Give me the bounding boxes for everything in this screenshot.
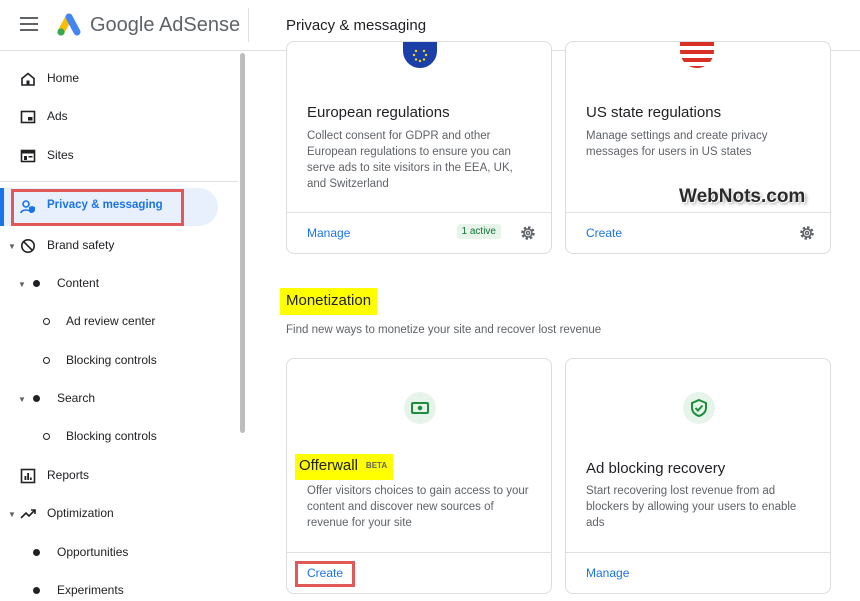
offerwall-card: Offerwall BETA Offer visitors choices to … <box>286 358 552 594</box>
card-title: European regulations <box>307 104 450 121</box>
bullet-icon <box>33 549 40 556</box>
annotation-highlight-box <box>11 189 184 226</box>
ads-icon <box>20 110 36 124</box>
bullet-icon <box>33 395 40 402</box>
sidebar-item-optimization[interactable]: ▼ Optimization <box>0 496 238 532</box>
caret-down-icon: ▼ <box>18 395 26 404</box>
sidebar-item-label: Optimization <box>47 506 114 520</box>
us-state-regulations-card: US state regulations Manage settings and… <box>565 41 831 254</box>
status-badge: 1 active <box>456 224 501 239</box>
ad-blocking-icon-bg <box>683 392 715 424</box>
brand-name: Google AdSense <box>90 14 241 36</box>
sidebar-item-label: Home <box>47 71 80 85</box>
block-icon <box>21 239 35 253</box>
header-divider <box>248 8 249 42</box>
section-title: Monetization <box>286 292 372 309</box>
sidebar-item-opportunities[interactable]: Opportunities <box>0 535 238 571</box>
card-description: Offer visitors choices to gain access to… <box>307 485 529 529</box>
manage-link[interactable]: Manage <box>307 226 350 240</box>
bullet-ring-icon <box>43 318 50 325</box>
sidebar-divider <box>0 181 238 182</box>
sidebar-item-search[interactable]: ▼ Search <box>0 381 238 417</box>
european-regulations-card: European regulations Collect consent for… <box>286 41 552 254</box>
watermark-text: WebNots.com <box>679 186 806 207</box>
shield-check-icon <box>691 398 707 418</box>
card-description: Manage settings and create privacy messa… <box>586 130 768 158</box>
sidebar-item-ad-review-center[interactable]: Ad review center <box>0 304 238 340</box>
bullet-icon <box>33 280 40 287</box>
card-description: Collect consent for GDPR and other Europ… <box>307 130 513 190</box>
sidebar: Home Ads Sites Privacy & messaging ▼ Bra… <box>0 51 246 601</box>
create-link[interactable]: Create <box>586 226 622 240</box>
beta-badge: BETA <box>365 461 388 470</box>
sidebar-item-label: Opportunities <box>57 545 129 559</box>
caret-down-icon: ▼ <box>8 242 16 251</box>
sidebar-item-label: Sites <box>47 148 74 162</box>
card-title: US state regulations <box>586 104 722 121</box>
sidebar-item-home[interactable]: Home <box>0 61 238 97</box>
trending-up-icon <box>20 509 36 519</box>
offerwall-icon-bg <box>404 392 436 424</box>
sidebar-item-label: Brand safety <box>47 238 115 252</box>
eu-flag-icon <box>403 42 437 68</box>
sidebar-item-experiments[interactable]: Experiments <box>0 573 238 601</box>
eu-stars-icon <box>412 49 428 63</box>
card-title: Ad blocking recovery <box>586 460 726 477</box>
sidebar-item-label: Ad review center <box>66 314 156 328</box>
sidebar-item-reports[interactable]: Reports <box>0 458 238 494</box>
sidebar-item-sites[interactable]: Sites <box>0 138 238 174</box>
section-title-highlight: Monetization <box>280 288 378 315</box>
bullet-icon <box>33 587 40 594</box>
card-description: Start recovering lost revenue from ad bl… <box>586 485 797 529</box>
sidebar-scrollbar[interactable] <box>240 53 245 433</box>
card-footer: Create <box>566 212 830 253</box>
sidebar-item-blocking-controls[interactable]: Blocking controls <box>0 343 238 379</box>
sidebar-item-content[interactable]: ▼ Content <box>0 266 238 302</box>
caret-down-icon: ▼ <box>8 510 16 519</box>
sidebar-item-label: Search <box>57 391 96 405</box>
bullet-ring-icon <box>43 357 50 364</box>
sidebar-item-label: Blocking controls <box>66 429 157 443</box>
us-flag-icon <box>680 42 714 68</box>
offerwall-title-highlight: Offerwall BETA <box>295 454 394 480</box>
main-content: European regulations Collect consent for… <box>262 41 860 601</box>
bullet-ring-icon <box>43 433 50 440</box>
sidebar-item-label: Blocking controls <box>66 353 157 367</box>
manage-link[interactable]: Manage <box>586 566 629 580</box>
sidebar-item-label: Content <box>57 276 100 290</box>
menu-icon[interactable] <box>20 17 38 31</box>
sidebar-item-brand-safety[interactable]: ▼ Brand safety <box>0 228 238 264</box>
sidebar-item-label: Experiments <box>57 583 124 597</box>
money-icon <box>411 402 429 414</box>
section-description: Find new ways to monetize your site and … <box>286 324 602 336</box>
reports-icon <box>20 468 36 484</box>
sidebar-item-label: Reports <box>47 468 90 482</box>
card-footer: Manage <box>566 552 830 593</box>
gear-icon[interactable] <box>798 224 816 242</box>
gear-icon[interactable] <box>519 224 537 242</box>
adsense-logo-icon <box>57 13 81 36</box>
card-footer: Manage 1 active <box>287 212 551 253</box>
page-title: Privacy & messaging <box>286 17 427 34</box>
card-title: Offerwall <box>299 457 358 474</box>
sidebar-item-ads[interactable]: Ads <box>0 99 238 135</box>
sidebar-item-label: Ads <box>47 109 68 123</box>
ad-blocking-recovery-card: Ad blocking recovery Start recovering lo… <box>565 358 831 594</box>
card-footer: Create <box>287 552 551 593</box>
caret-down-icon: ▼ <box>18 280 26 289</box>
sidebar-item-search-blocking-controls[interactable]: Blocking controls <box>0 419 238 455</box>
annotation-highlight-box <box>295 561 355 587</box>
sites-icon <box>20 149 36 163</box>
home-icon <box>21 72 35 86</box>
